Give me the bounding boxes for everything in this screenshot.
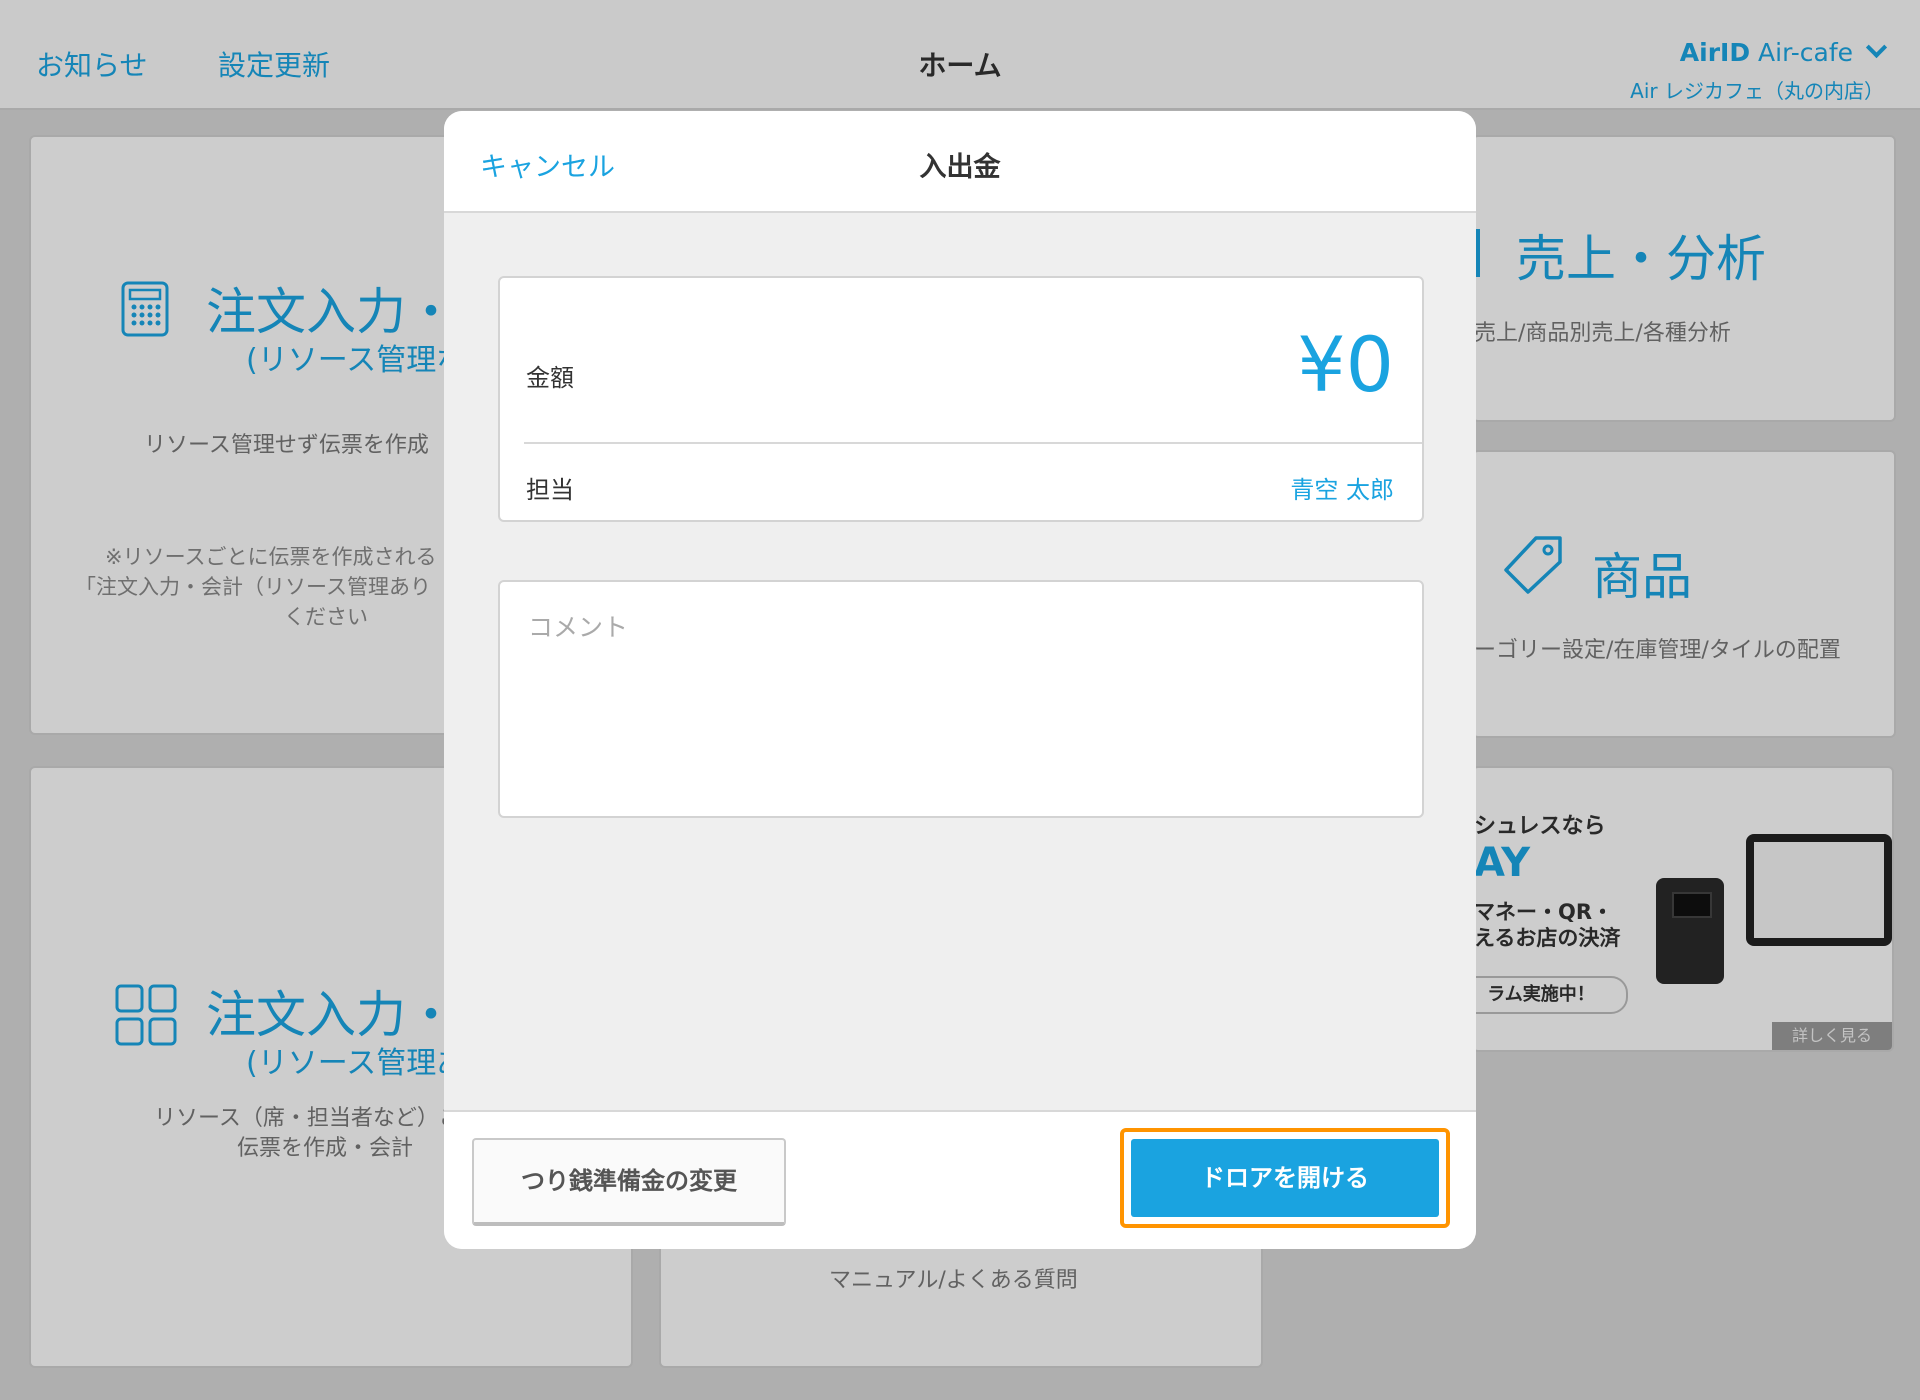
cash-in-out-dialog: キャンセル 入出金 金額 ¥0 担当 青空 太郎 コメント つり銭準備金の変更 … [444,111,1476,1249]
highlight-frame: ドロアを開ける [1120,1128,1450,1228]
change-fund-button[interactable]: つり銭準備金の変更 [472,1138,786,1226]
comment-placeholder: コメント [528,613,629,642]
dialog-title: 入出金 [919,152,1001,183]
staff-label: 担当 [526,476,574,504]
comment-field[interactable]: コメント [498,580,1424,818]
amount-label: 金額 [526,364,574,392]
staff-selector[interactable]: 青空 太郎 [1290,470,1394,505]
amount-input[interactable]: ¥0 [1297,320,1394,409]
dialog-header: キャンセル 入出金 [444,111,1476,213]
divider [524,442,1422,444]
open-drawer-button[interactable]: ドロアを開ける [1131,1139,1439,1217]
dialog-footer: つり銭準備金の変更 ドロアを開ける [444,1110,1476,1249]
amount-panel: 金額 ¥0 担当 青空 太郎 [498,276,1424,522]
